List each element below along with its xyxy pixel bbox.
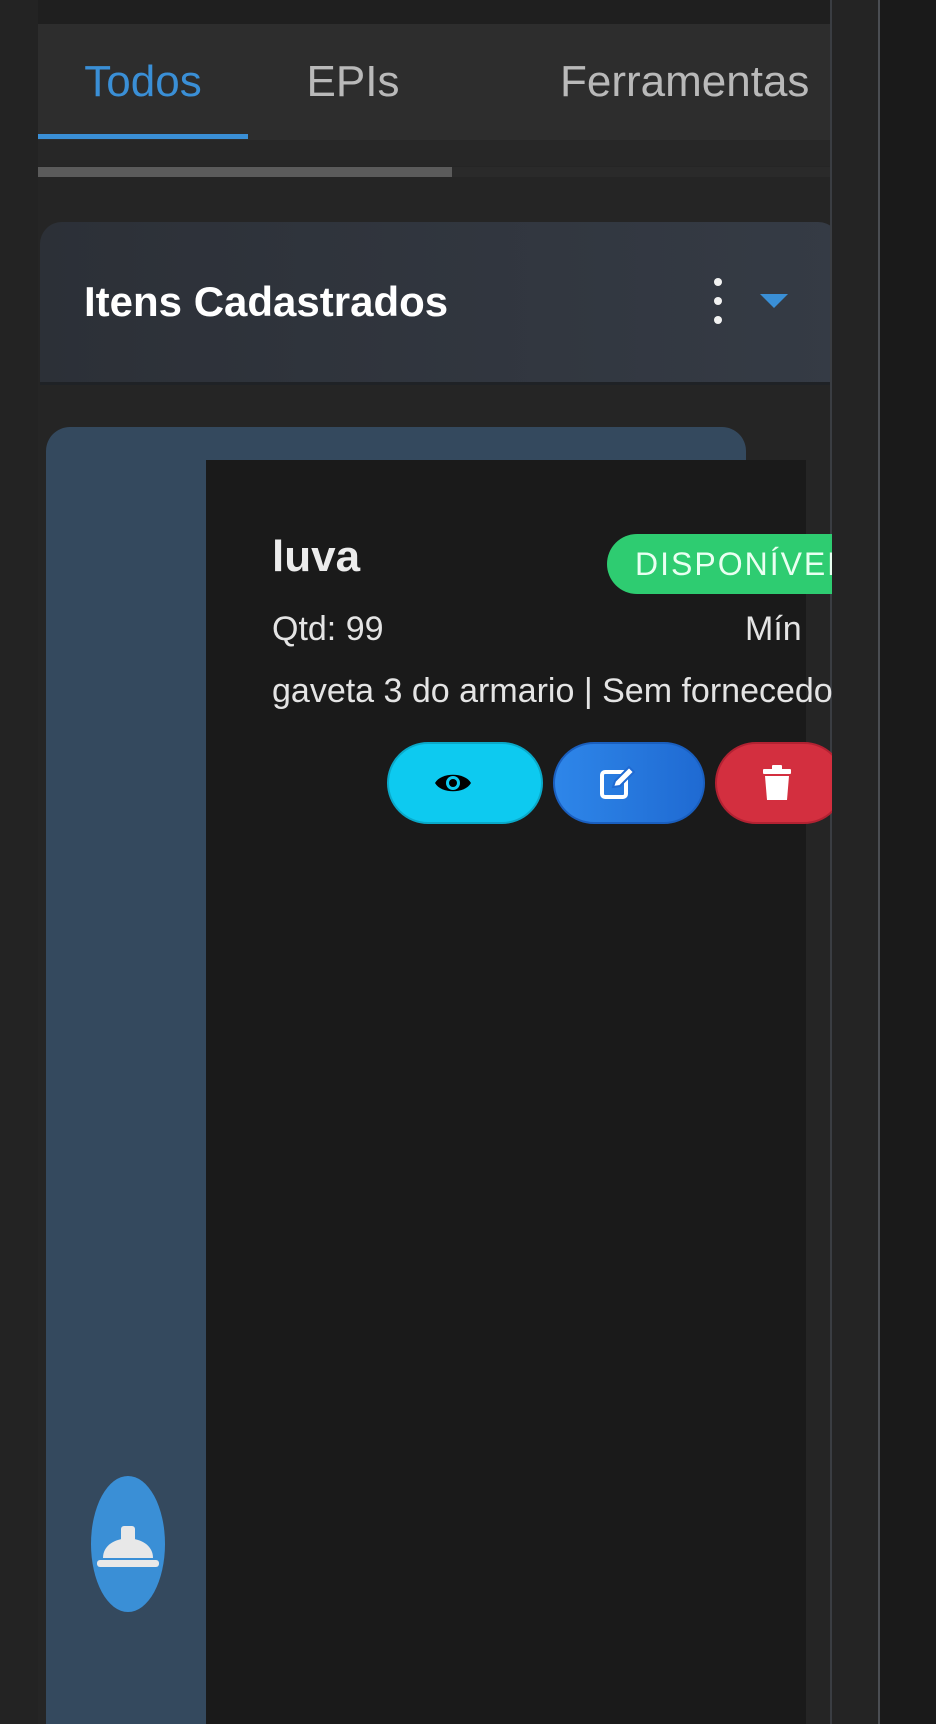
caret-down-icon[interactable] xyxy=(760,294,788,308)
section-title: Itens Cadastrados xyxy=(84,278,449,325)
view-button[interactable] xyxy=(387,742,543,824)
category-avatar xyxy=(91,1476,165,1612)
app-viewport: Todos EPIs Ferramentas Itens Cadastrados… xyxy=(0,0,936,1724)
tab-label-epis: EPIs xyxy=(306,57,400,106)
tabs-scrollbar-thumb[interactable] xyxy=(38,167,452,177)
tab-todos[interactable]: Todos xyxy=(38,24,248,140)
edge-background xyxy=(880,0,936,1724)
delete-button[interactable] xyxy=(715,742,845,824)
item-minimum: Mín xyxy=(745,610,802,648)
left-gutter xyxy=(0,0,40,1724)
edit-button[interactable] xyxy=(553,742,705,824)
tab-ferramentas[interactable]: Ferramentas xyxy=(458,24,830,140)
item-quantity: Qtd: 99 xyxy=(272,610,384,648)
trash-icon xyxy=(763,765,791,800)
category-tabs: Todos EPIs Ferramentas xyxy=(38,24,830,140)
tab-epis[interactable]: EPIs xyxy=(248,24,458,140)
tab-label-todos: Todos xyxy=(84,57,202,106)
tabs-spacer xyxy=(38,140,830,166)
edit-icon xyxy=(600,765,635,799)
right-edge xyxy=(832,0,936,1724)
kebab-icon[interactable] xyxy=(706,278,730,324)
tab-label-ferramentas: Ferramentas xyxy=(560,57,810,106)
hard-hat-icon xyxy=(97,1526,159,1567)
item-name: luva xyxy=(272,532,361,581)
top-strip xyxy=(38,0,830,24)
section-header: Itens Cadastrados xyxy=(40,222,830,385)
eye-icon xyxy=(435,774,471,792)
active-tab-indicator xyxy=(38,134,248,139)
item-card-content xyxy=(206,460,806,1724)
item-location: gaveta 3 do armario | Sem fornecedor xyxy=(272,672,845,710)
